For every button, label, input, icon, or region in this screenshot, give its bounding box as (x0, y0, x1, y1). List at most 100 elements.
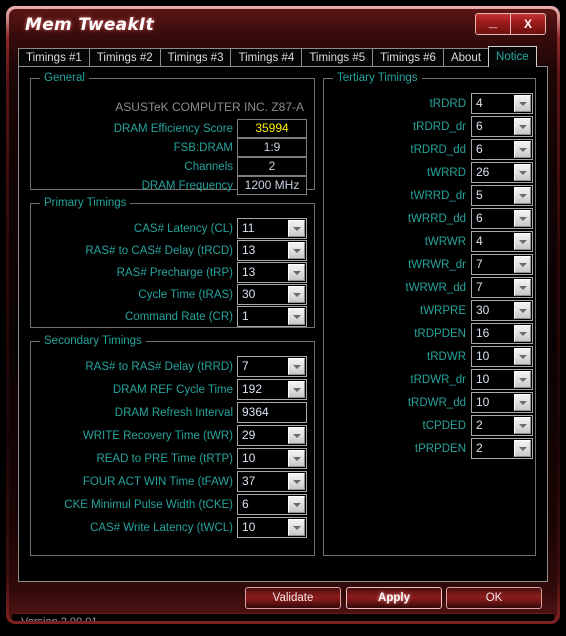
chevron-down-icon[interactable] (514, 187, 531, 204)
tab-timings-3[interactable]: Timings #3 (159, 48, 232, 67)
chevron-down-icon[interactable] (288, 358, 305, 375)
chevron-down-icon[interactable] (288, 496, 305, 513)
combobox-command-rate-cr[interactable]: 1 (237, 306, 307, 327)
combobox-trdrd-dd[interactable]: 6 (471, 139, 533, 160)
secondary-row-ras-to-ras-delay-trrd: RAS# to RAS# Delay (tRRD) 7 (31, 356, 314, 378)
chevron-down-icon[interactable] (514, 302, 531, 319)
minimize-button[interactable]: _ (476, 14, 511, 34)
chevron-down-icon[interactable] (288, 286, 305, 303)
window-controls: _ X (475, 13, 546, 35)
validate-button[interactable]: Validate (245, 587, 341, 609)
combobox-write-recovery-time-twr[interactable]: 29 (237, 425, 307, 446)
chevron-down-icon[interactable] (288, 450, 305, 467)
combobox-twrrd-dd[interactable]: 6 (471, 208, 533, 229)
chevron-down-icon[interactable] (288, 381, 305, 398)
chevron-down-icon[interactable] (514, 118, 531, 135)
field-label: tWRWR_dr (408, 259, 466, 271)
combobox-cas-latency-cl[interactable]: 11 (237, 218, 307, 239)
combobox-trdwr[interactable]: 10 (471, 346, 533, 367)
combobox-value: 13 (242, 265, 256, 279)
group-primary-timings: Primary Timings CAS# Latency (CL) 11 RAS# … (30, 197, 315, 328)
field-label: tRDRD_dr (412, 121, 466, 133)
chevron-down-icon[interactable] (514, 164, 531, 181)
field-label: READ to PRE Time (tRTP) (96, 453, 233, 465)
field-label: tRDWR_dd (407, 397, 466, 409)
tab-timings-1[interactable]: Timings #1 (18, 48, 90, 67)
chevron-down-icon[interactable] (288, 473, 305, 490)
combobox-trdwr-dd[interactable]: 10 (471, 392, 533, 413)
chevron-down-icon[interactable] (288, 264, 305, 281)
combobox-cycle-time-tras[interactable]: 30 (237, 284, 307, 305)
combobox-cas-write-latency-twcl[interactable]: 10 (237, 517, 307, 538)
combobox-twrwr-dr[interactable]: 7 (471, 254, 533, 275)
chevron-down-icon[interactable] (514, 325, 531, 342)
combobox-twrwr[interactable]: 4 (471, 231, 533, 252)
combobox-ras-precharge-trp[interactable]: 13 (237, 262, 307, 283)
field-label: DRAM Refresh Interval (114, 407, 233, 419)
chevron-down-icon[interactable] (288, 220, 305, 237)
combobox-four-act-win-time-tfaw[interactable]: 37 (237, 471, 307, 492)
combobox-value: 16 (476, 326, 490, 340)
chevron-down-icon[interactable] (514, 279, 531, 296)
combobox-ras-to-cas-delay-trcd[interactable]: 13 (237, 240, 307, 261)
combobox-read-to-pre-time-trtp[interactable]: 10 (237, 448, 307, 469)
combobox-dram-ref-cycle-time[interactable]: 192 (237, 379, 307, 400)
combobox-twrrd[interactable]: 26 (471, 162, 533, 183)
field-label: tWRPRE (420, 305, 466, 317)
tab-notice[interactable]: Notice (488, 46, 537, 67)
tab-timings-4[interactable]: Timings #4 (230, 48, 303, 67)
combobox-value: 1 (242, 309, 249, 323)
general-row-dram-efficiency-score: DRAM Efficiency Score 35994 (31, 119, 314, 138)
chevron-down-icon[interactable] (514, 233, 531, 250)
ok-button[interactable]: OK (446, 587, 542, 609)
field-label: tWRWR (424, 236, 466, 248)
chevron-down-icon[interactable] (514, 394, 531, 411)
tab-timings-6[interactable]: Timings #6 (372, 48, 444, 67)
chevron-down-icon[interactable] (288, 242, 305, 259)
tertiary-row-twrwr-dr: tWRWR_dr 7 (324, 254, 535, 276)
tab-timings-2[interactable]: Timings #2 (88, 48, 161, 67)
chevron-down-icon[interactable] (514, 95, 531, 112)
primary-row-ras-to-cas-delay-trcd: RAS# to CAS# Delay (tRCD) 13 (31, 240, 314, 262)
primary-row-command-rate-cr: Command Rate (CR) 1 (31, 306, 314, 328)
chevron-down-icon[interactable] (514, 256, 531, 273)
combobox-twrwr-dd[interactable]: 7 (471, 277, 533, 298)
chevron-down-icon[interactable] (514, 440, 531, 457)
combobox-trdwr-dr[interactable]: 10 (471, 369, 533, 390)
chevron-down-icon[interactable] (514, 371, 531, 388)
secondary-row-read-to-pre-time-trtp: READ to PRE Time (tRTP) 10 (31, 448, 314, 470)
tab-about[interactable]: About (442, 48, 490, 67)
combobox-cke-minimul-pulse-width-tcke[interactable]: 6 (237, 494, 307, 515)
tab-content-panel: General ASUSTeK COMPUTER INC. Z87-A DRAM… (18, 66, 548, 582)
chevron-down-icon[interactable] (288, 308, 305, 325)
combobox-tprpden[interactable]: 2 (471, 438, 533, 459)
combobox-trdrd-dr[interactable]: 6 (471, 116, 533, 137)
field-label: Channels (184, 160, 233, 173)
minimize-icon: _ (488, 13, 498, 31)
combobox-value: 7 (242, 359, 249, 373)
chevron-down-icon[interactable] (514, 210, 531, 227)
text-input-dram-refresh-interval[interactable]: 9364 (237, 402, 307, 423)
tertiary-row-twrwr-dd: tWRWR_dd 7 (324, 277, 535, 299)
combobox-trdpden[interactable]: 16 (471, 323, 533, 344)
field-label: DRAM Frequency (141, 179, 233, 192)
chevron-down-icon[interactable] (514, 141, 531, 158)
status-bar: Version 2.00.01 (12, 613, 554, 621)
motherboard-model: ASUSTeK COMPUTER INC. Z87-A (115, 100, 304, 114)
combobox-tcpded[interactable]: 2 (471, 415, 533, 436)
title-bar: Mem TweakIt _ X (9, 9, 557, 43)
chevron-down-icon[interactable] (514, 417, 531, 434)
field-label: WRITE Recovery Time (tWR) (82, 430, 233, 442)
chevron-down-icon[interactable] (288, 427, 305, 444)
combobox-value: 6 (242, 497, 249, 511)
combobox-ras-to-ras-delay-trrd[interactable]: 7 (237, 356, 307, 377)
apply-button[interactable]: Apply (346, 587, 442, 609)
combobox-twrpre[interactable]: 30 (471, 300, 533, 321)
close-button[interactable]: X (511, 14, 545, 34)
combobox-trdrd[interactable]: 4 (471, 93, 533, 114)
secondary-row-write-recovery-time-twr: WRITE Recovery Time (tWR) 29 (31, 425, 314, 447)
chevron-down-icon[interactable] (288, 519, 305, 536)
combobox-twrrd-dr[interactable]: 5 (471, 185, 533, 206)
tab-timings-5[interactable]: Timings #5 (301, 48, 374, 67)
chevron-down-icon[interactable] (514, 348, 531, 365)
